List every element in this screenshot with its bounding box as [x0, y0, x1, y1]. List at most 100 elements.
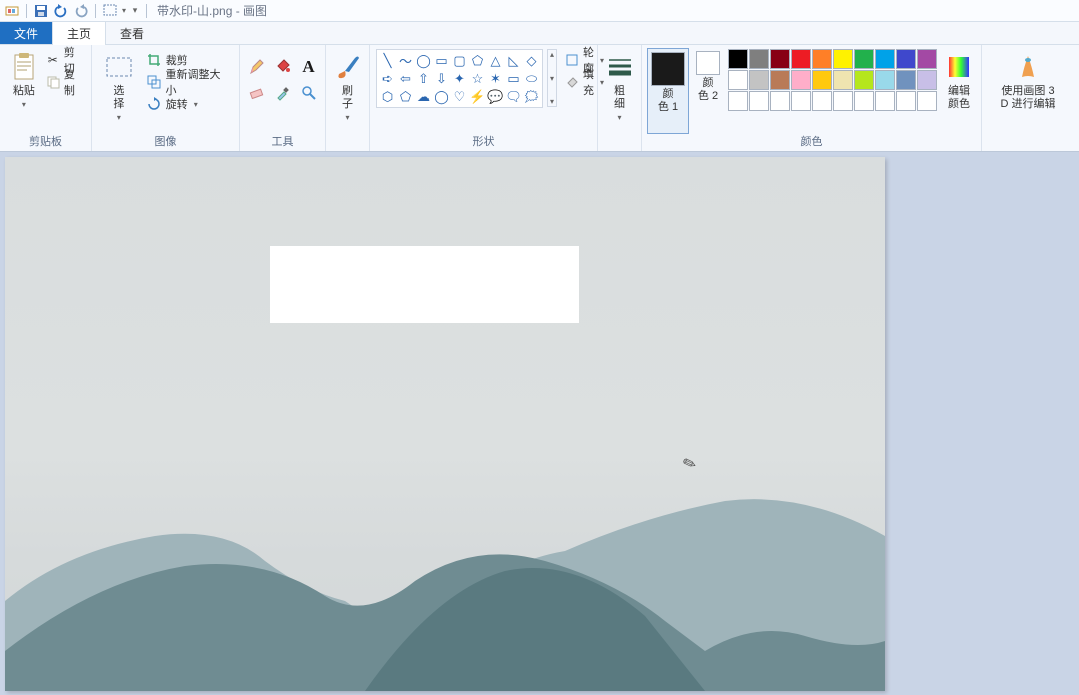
shape-hexagon[interactable]: ⬡: [379, 88, 396, 105]
paint3d-button[interactable]: 使用画图 3 D 进行编辑: [988, 49, 1068, 133]
paste-button[interactable]: 粘贴 ▾: [6, 49, 42, 133]
stroke-width-button[interactable]: 粗 细 ▾: [604, 49, 636, 133]
palette-swatch[interactable]: [896, 70, 916, 90]
shape-diamond[interactable]: ◇: [523, 52, 540, 69]
shapes-scroll-down[interactable]: ▾: [550, 74, 554, 83]
canvas[interactable]: ✎: [5, 157, 885, 691]
palette-swatch[interactable]: [749, 70, 769, 90]
shape-pentagon[interactable]: ⬠: [397, 88, 414, 105]
palette-swatch[interactable]: [791, 91, 811, 111]
palette-swatch[interactable]: [917, 49, 937, 69]
copy-button[interactable]: 复制: [44, 71, 85, 93]
palette-swatch[interactable]: [896, 49, 916, 69]
image-group-label: 图像: [92, 133, 239, 151]
shape-6star[interactable]: ✶: [487, 70, 504, 87]
shape-callout-rect[interactable]: ▭: [505, 70, 522, 87]
shape-roundrect[interactable]: ▢: [451, 52, 468, 69]
qat-dropdown-icon[interactable]: ▾: [122, 6, 126, 15]
palette-swatch[interactable]: [770, 70, 790, 90]
palette-swatch[interactable]: [791, 49, 811, 69]
shape-polygon[interactable]: ⬠: [469, 52, 486, 69]
palette-swatch[interactable]: [854, 91, 874, 111]
tab-view[interactable]: 查看: [106, 22, 158, 44]
palette-swatch[interactable]: [896, 91, 916, 111]
eraser-tool[interactable]: [245, 81, 269, 105]
brushes-group-label: [326, 133, 369, 151]
shapes-gallery[interactable]: ╲ 〜 ◯ ▭ ▢ ⬠ △ ◺ ◇ ➪ ⇦ ⇧ ⇩ ✦ ☆ ✶ ▭: [376, 49, 543, 108]
eyedropper-tool[interactable]: [271, 81, 295, 105]
magnifier-tool[interactable]: [297, 81, 321, 105]
shape-callout1[interactable]: 💬: [487, 88, 504, 105]
shape-5star[interactable]: ☆: [469, 70, 486, 87]
stroke-icon: [604, 51, 636, 83]
shape-callout3[interactable]: 🗯: [523, 88, 540, 105]
shape-callout-oval[interactable]: ◯: [433, 88, 450, 105]
resize-icon: [146, 74, 162, 90]
shape-4star[interactable]: ✦: [451, 70, 468, 87]
palette-swatch[interactable]: [749, 49, 769, 69]
shape-oval[interactable]: ◯: [415, 52, 432, 69]
redo-icon[interactable]: [73, 3, 89, 19]
palette-swatch[interactable]: [728, 91, 748, 111]
palette-swatch[interactable]: [770, 91, 790, 111]
separator: [26, 4, 27, 18]
palette-swatch[interactable]: [833, 91, 853, 111]
shape-rect[interactable]: ▭: [433, 52, 450, 69]
undo-icon[interactable]: [53, 3, 69, 19]
palette-swatch[interactable]: [728, 49, 748, 69]
tab-file[interactable]: 文件: [0, 22, 52, 44]
palette-swatch[interactable]: [875, 49, 895, 69]
color2-button[interactable]: 颜 色 2: [694, 49, 722, 133]
palette-swatch[interactable]: [833, 49, 853, 69]
edit-colors-label: 编辑 颜色: [948, 85, 970, 111]
shape-cloud[interactable]: ☁: [415, 88, 432, 105]
shapes-scroll-up[interactable]: ▴: [550, 50, 554, 59]
rotate-button[interactable]: 旋转 ▾: [144, 93, 233, 115]
palette-swatch[interactable]: [812, 70, 832, 90]
color1-button[interactable]: 颜 色 1: [648, 49, 688, 133]
palette-swatch[interactable]: [854, 70, 874, 90]
fill-tool[interactable]: [271, 55, 295, 79]
shape-arrow-left[interactable]: ⇦: [397, 70, 414, 87]
palette-swatch[interactable]: [728, 70, 748, 90]
qat-customize-icon[interactable]: ▾: [130, 3, 140, 19]
save-icon[interactable]: [33, 3, 49, 19]
shape-heart[interactable]: ♡: [451, 88, 468, 105]
shape-lightning[interactable]: ⚡: [469, 88, 486, 105]
qat-selection-icon[interactable]: [102, 3, 118, 19]
select-button[interactable]: 选 择 ▾: [98, 49, 140, 133]
palette-swatch[interactable]: [812, 91, 832, 111]
palette-swatch[interactable]: [791, 70, 811, 90]
palette-swatch[interactable]: [749, 91, 769, 111]
shape-right-tri[interactable]: ◺: [505, 52, 522, 69]
palette-swatch[interactable]: [917, 91, 937, 111]
shape-arrow-up[interactable]: ⇧: [415, 70, 432, 87]
text-tool[interactable]: A: [297, 55, 321, 79]
copy-icon: [46, 74, 60, 90]
tab-home[interactable]: 主页: [52, 22, 106, 45]
palette-swatch[interactable]: [833, 70, 853, 90]
shape-triangle[interactable]: △: [487, 52, 504, 69]
shape-line[interactable]: ╲: [379, 52, 396, 69]
stroke-label: 粗 细: [614, 85, 625, 111]
palette-swatch[interactable]: [875, 70, 895, 90]
group-stroke: 粗 细 ▾: [598, 45, 642, 151]
shape-callout-round[interactable]: ⬭: [523, 70, 540, 87]
palette-swatch[interactable]: [812, 49, 832, 69]
palette-swatch[interactable]: [875, 91, 895, 111]
palette-swatch[interactable]: [770, 49, 790, 69]
shape-curve[interactable]: 〜: [397, 52, 414, 69]
fill-icon: [565, 74, 579, 90]
shapes-expand[interactable]: ▾: [550, 97, 554, 106]
shape-arrow-down[interactable]: ⇩: [433, 70, 450, 87]
group-brushes: 刷 子 ▾: [326, 45, 370, 151]
palette-swatch[interactable]: [854, 49, 874, 69]
pencil-tool[interactable]: [245, 55, 269, 79]
shape-callout2[interactable]: 🗨: [505, 88, 522, 105]
outline-icon: [565, 52, 579, 68]
edit-colors-button[interactable]: 编辑 颜色: [943, 49, 975, 133]
palette-swatch[interactable]: [917, 70, 937, 90]
resize-button[interactable]: 重新调整大小: [144, 71, 233, 93]
shape-arrow-right[interactable]: ➪: [379, 70, 396, 87]
brushes-button[interactable]: 刷 子 ▾: [332, 49, 364, 133]
